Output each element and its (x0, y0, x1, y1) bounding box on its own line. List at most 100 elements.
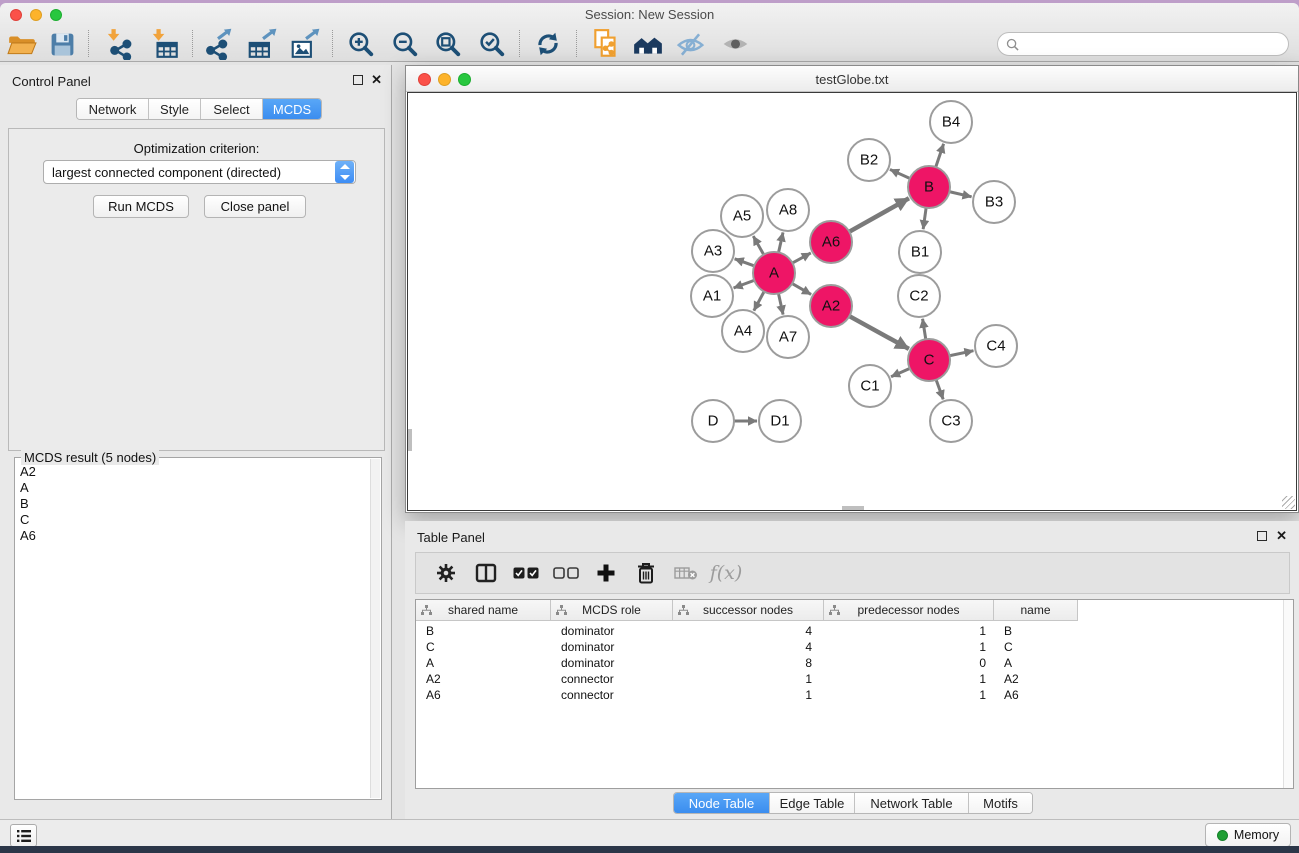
birdseye-handle-bottom[interactable] (842, 506, 864, 510)
table-row[interactable]: A6connector11A6 (416, 687, 1293, 703)
table-toolbar: f(x) (415, 552, 1290, 594)
control-panel: Control Panel ✕ Network Style Select MCD… (0, 65, 392, 819)
export-image-button[interactable] (288, 28, 322, 60)
unchecked-boxes-icon (553, 567, 579, 579)
tab-node-table[interactable]: Node Table (674, 793, 770, 813)
import-network-button[interactable] (103, 28, 137, 60)
deselect-all-columns-button[interactable] (546, 555, 586, 591)
optimization-select[interactable]: largest connected component (directed) (43, 160, 356, 184)
tab-network-table[interactable]: Network Table (855, 793, 969, 813)
graph-edge[interactable] (753, 236, 764, 256)
graph-edge[interactable] (848, 198, 909, 232)
table-row[interactable]: Adominator80A (416, 655, 1293, 671)
graph-edge[interactable] (923, 206, 926, 229)
create-column-button[interactable] (586, 555, 626, 591)
refresh-button[interactable] (531, 28, 565, 60)
delete-columns-button[interactable] (626, 555, 666, 591)
zoom-selected-button[interactable] (475, 28, 509, 60)
tab-edge-table[interactable]: Edge Table (770, 793, 855, 813)
columns-icon (475, 563, 497, 583)
resize-grip-icon[interactable] (1282, 496, 1295, 509)
zoom-fit-button[interactable] (431, 28, 465, 60)
table-cell: connector (551, 687, 673, 703)
graph-edge[interactable] (948, 191, 972, 197)
delete-table-button[interactable] (666, 555, 706, 591)
import-table-button[interactable] (148, 28, 182, 60)
graph-edge[interactable] (935, 378, 943, 399)
graph-edge[interactable] (778, 232, 783, 254)
graph-node-label: A1 (703, 288, 721, 305)
graph-node-label: A6 (822, 234, 840, 251)
graph-edge[interactable] (923, 319, 927, 342)
graph-node-label: C (924, 352, 935, 369)
save-session-button[interactable] (45, 28, 79, 60)
graph-edge[interactable] (890, 169, 912, 179)
mcds-result-item[interactable]: C (20, 512, 381, 528)
attribute-icon (421, 605, 432, 616)
table-row[interactable]: Bdominator41B (416, 623, 1293, 639)
graph-node-label: C1 (860, 378, 879, 395)
mcds-result-item[interactable]: B (20, 496, 381, 512)
zoom-out-button[interactable] (388, 28, 422, 60)
export-network-button[interactable] (201, 28, 235, 60)
column-header[interactable]: shared name (416, 600, 551, 621)
tab-select[interactable]: Select (201, 99, 263, 119)
column-header[interactable]: successor nodes (673, 600, 824, 621)
network-window-titlebar[interactable]: testGlobe.txt (406, 66, 1298, 92)
birdseye-handle-left[interactable] (408, 429, 412, 451)
mcds-result-item[interactable]: A2 (20, 464, 381, 480)
column-header[interactable]: predecessor nodes (824, 600, 994, 621)
column-header-label: name (1020, 603, 1050, 617)
close-panel-icon[interactable]: ✕ (371, 72, 382, 88)
column-header[interactable]: MCDS role (551, 600, 673, 621)
graph-edge[interactable] (754, 290, 765, 311)
new-network-from-selection-button[interactable] (589, 28, 623, 60)
zoom-in-button[interactable] (344, 28, 378, 60)
task-history-button[interactable] (10, 824, 37, 846)
function-builder-button[interactable]: f(x) (706, 555, 746, 591)
graph-node-label: A4 (734, 323, 752, 340)
network-canvas[interactable]: B4B2BB3A5A8A6A3B1AA1C2A2A4A7C4CC1DD1C3 (408, 93, 1298, 512)
run-mcds-button[interactable]: Run MCDS (93, 195, 189, 218)
search-input[interactable] (1023, 34, 1288, 54)
show-all-button[interactable] (718, 28, 752, 60)
tab-style[interactable]: Style (149, 99, 201, 119)
mcds-result-item[interactable]: A (20, 480, 381, 496)
mcds-result-item[interactable]: A6 (20, 528, 381, 544)
open-file-button[interactable] (5, 28, 39, 60)
hide-selected-button[interactable] (673, 28, 707, 60)
graph-edge[interactable] (948, 351, 974, 356)
float-panel-icon[interactable] (353, 75, 363, 85)
show-columns-button[interactable] (466, 555, 506, 591)
table-settings-button[interactable] (426, 555, 466, 591)
float-table-panel-icon[interactable] (1257, 531, 1267, 541)
graph-edge[interactable] (891, 368, 912, 377)
memory-button[interactable]: Memory (1205, 823, 1291, 846)
table-cell: A2 (416, 671, 551, 687)
attribute-icon (556, 605, 567, 616)
mcds-result-scrollbar[interactable] (370, 459, 380, 798)
table-row[interactable]: Cdominator41C (416, 639, 1293, 655)
tab-mcds[interactable]: MCDS (263, 99, 321, 119)
graph-node-label: B4 (942, 114, 960, 131)
network-view[interactable]: B4B2BB3A5A8A6A3B1AA1C2A2A4A7C4CC1DD1C3 (407, 92, 1297, 511)
graph-edge[interactable] (791, 253, 811, 264)
close-panel-button[interactable]: Close panel (204, 195, 306, 218)
first-neighbors-button[interactable] (631, 28, 665, 60)
export-table-button[interactable] (245, 28, 279, 60)
column-header[interactable]: name (994, 600, 1078, 621)
graph-edge[interactable] (848, 315, 909, 349)
tab-network[interactable]: Network (77, 99, 149, 119)
graph-edge[interactable] (735, 259, 756, 267)
node-table: shared nameMCDS rolesuccessor nodesprede… (415, 599, 1294, 789)
table-cell: A6 (994, 687, 1078, 703)
table-scrollbar[interactable] (1283, 600, 1293, 788)
graph-edge[interactable] (734, 280, 757, 288)
table-row[interactable]: A2connector11A2 (416, 671, 1293, 687)
graph-edge[interactable] (935, 144, 944, 169)
close-table-panel-icon[interactable]: ✕ (1276, 528, 1287, 544)
graph-edge[interactable] (790, 283, 811, 295)
graph-edge[interactable] (778, 292, 783, 315)
select-all-columns-button[interactable] (506, 555, 546, 591)
tab-motifs[interactable]: Motifs (969, 793, 1032, 813)
